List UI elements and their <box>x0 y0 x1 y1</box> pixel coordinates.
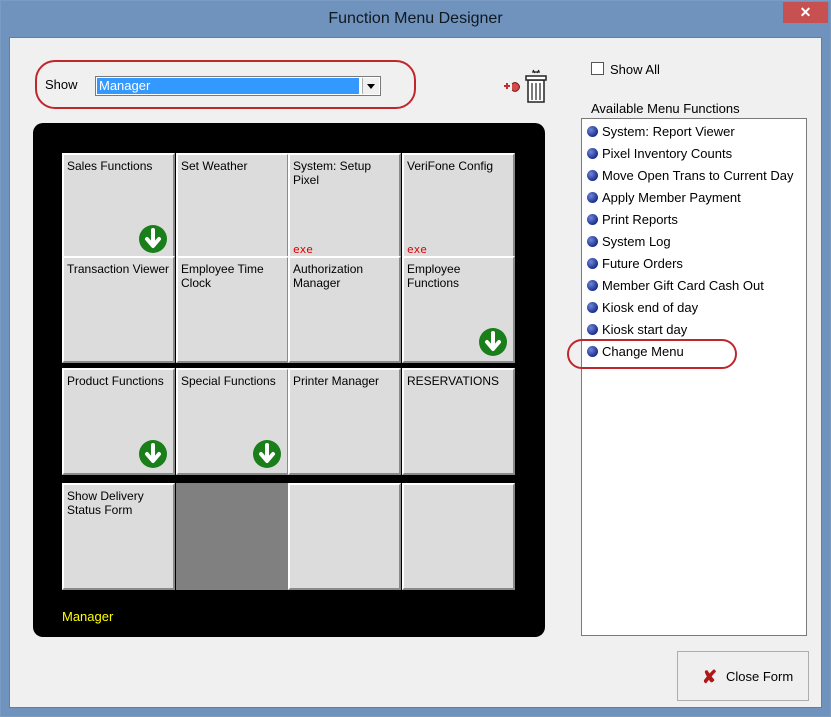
function-list-item[interactable]: Future Orders <box>587 253 683 275</box>
function-list-item[interactable]: System Log <box>587 231 671 253</box>
title-bar: Function Menu Designer ✕ <box>1 1 830 37</box>
bullet-icon <box>587 236 598 247</box>
bullet-icon <box>587 192 598 203</box>
checkbox-icon[interactable] <box>591 62 604 75</box>
menu-tile[interactable]: Sales Functions <box>62 153 175 260</box>
menu-tile-label: Transaction Viewer <box>67 262 170 276</box>
function-list-item[interactable]: Apply Member Payment <box>587 187 741 209</box>
function-list-item-label: Move Open Trans to Current Day <box>602 168 794 183</box>
menu-tile-label: Special Functions <box>181 374 276 388</box>
bullet-icon <box>587 280 598 291</box>
menu-tile[interactable]: System: Setup Pixel exe <box>288 153 401 260</box>
menu-tile[interactable]: Employee Functions <box>402 256 515 363</box>
down-arrow-icon[interactable] <box>478 327 508 357</box>
exe-badge: exe <box>293 243 313 256</box>
function-list-item-label: Member Gift Card Cash Out <box>602 278 764 293</box>
bullet-icon <box>587 324 598 335</box>
function-list-item[interactable]: Kiosk end of day <box>587 297 698 319</box>
function-list-item-label: System: Report Viewer <box>602 124 735 139</box>
bullet-icon <box>587 148 598 159</box>
bullet-icon <box>587 258 598 269</box>
function-list-item-label: Kiosk end of day <box>602 300 699 315</box>
menu-tile[interactable]: Special Functions <box>176 368 289 475</box>
menu-tile[interactable]: VeriFone Config exe <box>402 153 515 260</box>
menu-tile[interactable]: RESERVATIONS <box>402 368 515 475</box>
menu-tile-empty[interactable] <box>402 483 515 590</box>
show-all-label: Show All <box>610 62 660 77</box>
function-list-item-label: Future Orders <box>602 256 683 271</box>
function-list-item[interactable]: Kiosk start day <box>587 319 687 341</box>
exe-badge: exe <box>407 243 427 256</box>
menu-tile[interactable]: Employee Time Clock <box>176 256 289 363</box>
menu-tile-label: Printer Manager <box>293 374 380 388</box>
grid-footer-label: Manager <box>62 609 114 624</box>
menu-tile-label: Authorization Manager <box>293 262 364 290</box>
bullet-icon <box>587 170 598 181</box>
function-list-item[interactable]: Pixel Inventory Counts <box>587 143 732 165</box>
function-list-item-label: Kiosk start day <box>602 322 688 337</box>
menu-tile-label: Set Weather <box>181 159 248 173</box>
menu-tile-grid: Sales Functions Set Weather System: Setup … <box>33 123 545 637</box>
function-list-item[interactable]: Move Open Trans to Current Day <box>587 165 793 187</box>
menu-tile[interactable]: Set Weather <box>176 153 289 260</box>
down-arrow-icon[interactable] <box>252 439 282 469</box>
show-label: Show <box>45 77 78 92</box>
menu-tile-label: Show Delivery Status Form <box>67 489 144 517</box>
function-list-item-label: Apply Member Payment <box>602 190 741 205</box>
menu-tile[interactable]: Authorization Manager <box>288 256 401 363</box>
menu-tile[interactable]: Show Delivery Status Form <box>62 483 175 590</box>
function-list-item-label: Pixel Inventory Counts <box>602 146 733 161</box>
down-arrow-icon[interactable] <box>138 224 168 254</box>
menu-tile-label: Product Functions <box>67 374 164 388</box>
bullet-icon <box>587 126 598 137</box>
function-list-item[interactable]: Print Reports <box>587 209 678 231</box>
menu-tile-label: RESERVATIONS <box>407 374 500 388</box>
menu-tile-label: Employee Functions <box>407 262 461 290</box>
function-list-item-label: Print Reports <box>602 212 678 227</box>
close-form-button[interactable]: ✘ Close Form <box>677 651 809 701</box>
down-arrow-icon[interactable] <box>138 439 168 469</box>
chevron-down-icon[interactable] <box>362 78 379 94</box>
trash-icon[interactable] <box>500 66 548 106</box>
close-form-label: Close Form <box>726 669 794 684</box>
show-dropdown-value: Manager <box>97 78 359 94</box>
menu-tile[interactable]: Transaction Viewer <box>62 256 175 363</box>
bullet-icon <box>587 214 598 225</box>
close-x-icon: ✘ <box>702 667 718 687</box>
show-all-checkbox[interactable]: Show All <box>591 62 660 77</box>
available-functions-list[interactable]: System: Report Viewer Pixel Inventory Cou… <box>581 118 807 636</box>
menu-tile-label: VeriFone Config <box>407 159 494 173</box>
function-list-item[interactable]: System: Report Viewer <box>587 121 735 143</box>
function-list-item[interactable]: Member Gift Card Cash Out <box>587 275 764 297</box>
menu-tile-empty[interactable] <box>288 483 401 590</box>
change-menu-highlight-oval <box>567 339 737 369</box>
menu-tile-empty[interactable] <box>176 483 289 590</box>
bullet-icon <box>587 302 598 313</box>
function-list-item-label: System Log <box>602 234 671 249</box>
show-dropdown[interactable]: Manager <box>95 76 381 96</box>
menu-tile-label: System: Setup Pixel <box>293 159 372 187</box>
menu-tile-label: Sales Functions <box>67 159 153 173</box>
menu-tile[interactable]: Product Functions <box>62 368 175 475</box>
window-close-button[interactable]: ✕ <box>783 2 828 23</box>
window-title: Function Menu Designer <box>328 10 503 27</box>
menu-tile-label: Employee Time Clock <box>181 262 264 290</box>
menu-tile[interactable]: Printer Manager <box>288 368 401 475</box>
available-functions-label: Available Menu Functions <box>591 101 740 116</box>
